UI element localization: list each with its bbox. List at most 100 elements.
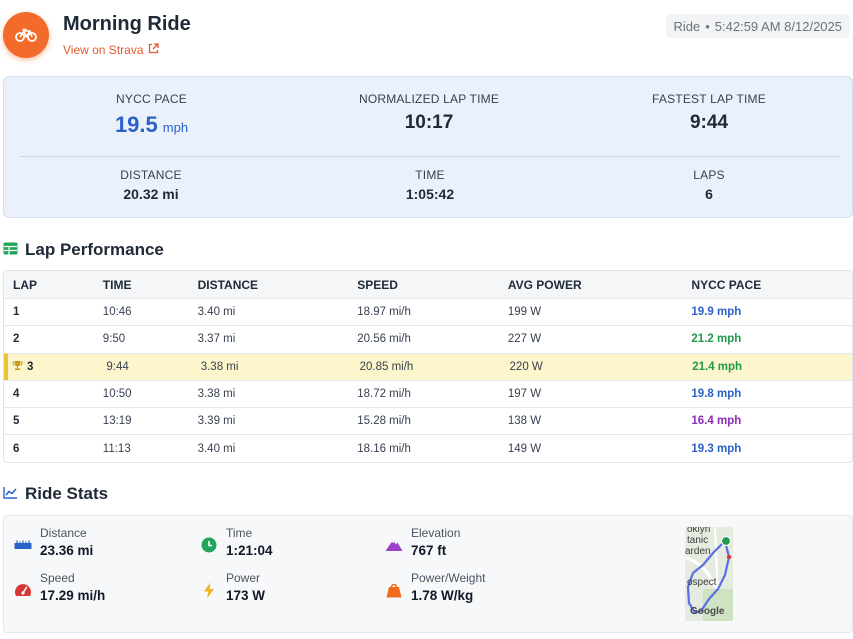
lap-pace: 21.2 mph xyxy=(691,333,742,346)
map-google-logo: Google xyxy=(690,606,725,617)
speedometer-icon xyxy=(14,581,32,599)
clock-icon xyxy=(200,536,218,554)
map-label-garden: arden xyxy=(685,546,711,557)
nycc-pace-value-wrap: 19.5 mph xyxy=(104,112,199,138)
lap-number: 2 xyxy=(13,333,20,346)
col-header-lap: LAP xyxy=(13,277,37,292)
lap-speed: 20.56 mi/h xyxy=(357,333,411,346)
map-label-prospect: ospect xyxy=(687,577,717,588)
route-map[interactable]: oklyn tanic arden ospect Google xyxy=(685,527,733,621)
stat-power: Power 173 W xyxy=(200,571,265,603)
lap-number: 4 xyxy=(13,388,20,401)
lap-time: 13:19 xyxy=(102,415,132,428)
stat-speed-label: Speed xyxy=(40,571,75,585)
map-label-botanic: tanic xyxy=(687,535,709,546)
strava-link-label[interactable]: View on Strava xyxy=(63,43,144,57)
col-header-time: TIME xyxy=(102,277,132,292)
col-header-nycc-pace: NYCC PACE xyxy=(691,277,762,292)
time-summary-value: 1:05:42 xyxy=(405,186,455,202)
distance-summary-value: 20.32 mi xyxy=(123,186,179,202)
lightning-icon xyxy=(200,581,218,599)
lap-speed: 18.97 mi/h xyxy=(357,306,411,319)
lap-speed: 18.72 mi/h xyxy=(357,388,411,401)
lap-power: 138 W xyxy=(507,415,542,428)
stat-power-weight-label: Power/Weight xyxy=(411,571,486,585)
table-row: 4 10:50 3.38 mi 18.72 mi/h 197 W 19.8 mp… xyxy=(4,379,852,407)
stat-distance-label: Distance xyxy=(40,526,87,540)
bicycle-icon xyxy=(3,12,49,58)
distance-summary-label: DISTANCE xyxy=(120,168,182,182)
lap-number-cell: 3 xyxy=(8,360,97,374)
weight-icon xyxy=(385,581,403,599)
stat-speed: Speed 17.29 mi/h xyxy=(14,571,105,603)
activity-type: Ride xyxy=(673,18,701,34)
stat-elevation-value: 767 ft xyxy=(411,543,447,558)
ride-stats-heading: Ride Stats xyxy=(3,484,108,504)
lap-power: 149 W xyxy=(507,442,542,455)
lap-pace: 21.4 mph xyxy=(692,360,743,373)
ride-stats-title: Ride Stats xyxy=(25,484,109,503)
lap-pace: 19.8 mph xyxy=(691,388,742,401)
table-row: 6 11:13 3.40 mi 18.16 mi/h 149 W 19.3 mp… xyxy=(4,434,852,461)
meta-separator: • xyxy=(705,18,710,34)
lap-number: 3 xyxy=(27,360,34,373)
stat-time-label: Time xyxy=(226,526,253,540)
activity-datetime: 5:42:59 AM 8/12/2025 xyxy=(714,18,842,34)
lap-number: 1 xyxy=(13,306,20,319)
activity-header: Morning Ride View on Strava Ride • 5:42:… xyxy=(0,0,853,70)
trophy-icon xyxy=(12,360,23,374)
activity-meta-badge: Ride • 5:42:59 AM 8/12/2025 xyxy=(666,14,849,38)
laps-summary-label: LAPS xyxy=(693,168,725,182)
nycc-pace-summary: NYCC PACE 19.5 mph xyxy=(104,92,199,138)
map-label-brooklyn: oklyn xyxy=(687,527,711,535)
fastest-lap-time-value: 9:44 xyxy=(689,112,729,133)
lap-time: 9:44 xyxy=(106,360,129,373)
view-on-strava-link[interactable]: View on Strava xyxy=(63,43,159,57)
lap-distance: 3.38 mi xyxy=(200,360,239,373)
stat-power-label: Power xyxy=(226,571,261,585)
stat-distance: Distance 23.36 mi xyxy=(14,526,93,558)
nycc-pace-label: NYCC PACE xyxy=(116,92,187,106)
normalized-lap-time-value: 10:17 xyxy=(404,112,454,133)
lap-power: 199 W xyxy=(507,306,542,319)
lap-speed: 18.16 mi/h xyxy=(357,442,411,455)
table-row: 2 9:50 3.37 mi 20.56 mi/h 227 W 21.2 mph xyxy=(4,325,852,352)
lap-speed: 20.85 mi/h xyxy=(359,360,414,373)
laps-summary: LAPS 6 xyxy=(659,168,759,202)
time-summary: TIME 1:05:42 xyxy=(380,168,480,202)
lap-time: 10:50 xyxy=(102,388,132,401)
lap-time: 11:13 xyxy=(102,442,131,455)
mountain-icon xyxy=(385,536,403,554)
time-summary-label: TIME xyxy=(415,168,445,182)
col-header-avg-power: AVG POWER xyxy=(507,277,582,292)
ruler-icon xyxy=(14,536,32,554)
ride-stats-panel: Distance 23.36 mi Time 1:21:04 Elevation… xyxy=(3,515,853,633)
stat-time: Time 1:21:04 xyxy=(200,526,273,558)
lap-power: 227 W xyxy=(507,333,542,346)
lap-table-header: LAP TIME DISTANCE SPEED AVG POWER NYCC P… xyxy=(4,271,852,298)
stat-elevation-label: Elevation xyxy=(411,526,461,540)
lap-power: 220 W xyxy=(509,360,543,373)
stat-power-weight: Power/Weight 1.78 W/kg xyxy=(385,571,485,603)
table-row: 5 13:19 3.39 mi 15.28 mi/h 138 W 16.4 mp… xyxy=(4,407,852,434)
lap-table: LAP TIME DISTANCE SPEED AVG POWER NYCC P… xyxy=(3,270,853,463)
stat-power-value: 173 W xyxy=(226,588,266,603)
nycc-pace-unit: mph xyxy=(162,120,189,135)
lap-performance-title: Lap Performance xyxy=(25,240,164,259)
table-row: 1 10:46 3.40 mi 18.97 mi/h 199 W 19.9 mp… xyxy=(4,298,852,325)
stat-distance-value: 23.36 mi xyxy=(40,543,94,558)
lap-distance: 3.40 mi xyxy=(197,442,236,455)
lap-distance: 3.39 mi xyxy=(197,415,236,428)
stat-speed-value: 17.29 mi/h xyxy=(40,588,106,603)
laps-summary-value: 6 xyxy=(705,186,713,202)
normalized-lap-time-label: NORMALIZED LAP TIME xyxy=(358,92,500,106)
stat-power-weight-value: 1.78 W/kg xyxy=(411,588,474,603)
external-link-icon[interactable] xyxy=(148,43,159,57)
nycc-pace-value: 19.5 xyxy=(114,112,158,137)
line-chart-icon xyxy=(3,484,18,504)
table-icon xyxy=(3,240,18,260)
stat-time-value: 1:21:04 xyxy=(226,543,273,558)
activity-title: Morning Ride xyxy=(63,13,191,35)
lap-speed: 15.28 mi/h xyxy=(357,415,411,428)
lap-power: 197 W xyxy=(507,388,542,401)
